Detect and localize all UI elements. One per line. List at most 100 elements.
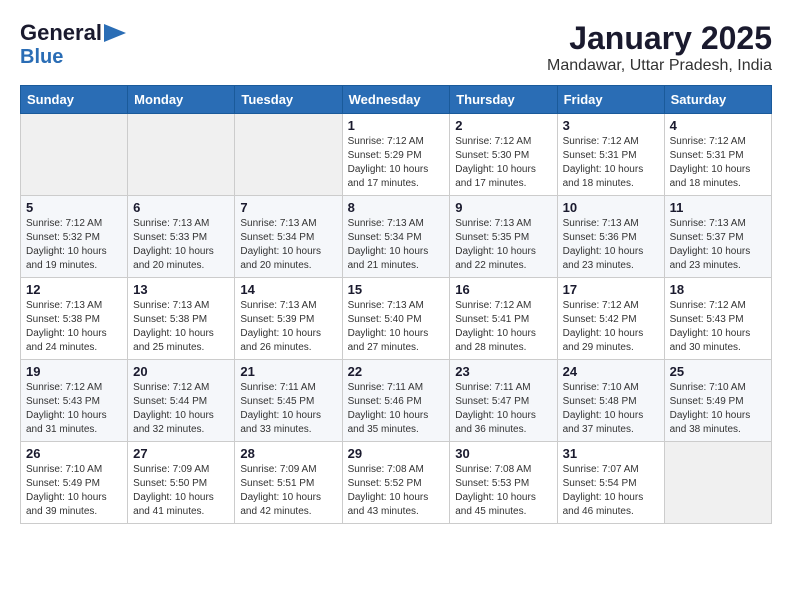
day-info: Sunrise: 7:12 AM Sunset: 5:43 PM Dayligh… xyxy=(670,299,766,355)
day-number: 22 xyxy=(348,364,445,379)
logo-general-text: General xyxy=(20,20,102,46)
calendar-cell xyxy=(235,114,342,196)
calendar-week-3: 12 Sunrise: 7:13 AM Sunset: 5:38 PM Dayli… xyxy=(21,278,772,360)
calendar-cell: 23Sunrise: 7:11 AM Sunset: 5:47 PM Dayli… xyxy=(450,360,557,442)
page-header: General Blue January 2025 Mandawar, Utta… xyxy=(20,20,772,75)
weekday-header-saturday: Saturday xyxy=(664,86,771,114)
calendar-cell: 8 Sunrise: 7:13 AM Sunset: 5:34 PM Daylig… xyxy=(342,196,450,278)
day-info: Sunrise: 7:13 AM Sunset: 5:38 PM Dayligh… xyxy=(26,299,122,355)
day-info: Sunrise: 7:10 AM Sunset: 5:49 PM Dayligh… xyxy=(670,381,766,437)
day-number: 14 xyxy=(240,282,336,297)
calendar-cell: 15 Sunrise: 7:13 AM Sunset: 5:40 PM Dayli… xyxy=(342,278,450,360)
calendar-cell: 26Sunrise: 7:10 AM Sunset: 5:49 PM Dayli… xyxy=(21,442,128,524)
calendar-cell: 24 Sunrise: 7:10 AM Sunset: 5:48 PM Dayli… xyxy=(557,360,664,442)
day-info: Sunrise: 7:12 AM Sunset: 5:44 PM Dayligh… xyxy=(133,381,229,437)
calendar-cell: 3 Sunrise: 7:12 AM Sunset: 5:31 PM Daylig… xyxy=(557,114,664,196)
weekday-header-sunday: Sunday xyxy=(21,86,128,114)
day-number: 8 xyxy=(348,200,445,215)
calendar-week-2: 5 Sunrise: 7:12 AM Sunset: 5:32 PM Daylig… xyxy=(21,196,772,278)
day-number: 12 xyxy=(26,282,122,297)
day-info: Sunrise: 7:12 AM Sunset: 5:29 PM Dayligh… xyxy=(348,135,445,191)
day-number: 18 xyxy=(670,282,766,297)
day-number: 1 xyxy=(348,118,445,133)
calendar-cell: 11 Sunrise: 7:13 AM Sunset: 5:37 PM Dayli… xyxy=(664,196,771,278)
calendar-cell: 7 Sunrise: 7:13 AM Sunset: 5:34 PM Daylig… xyxy=(235,196,342,278)
day-number: 3 xyxy=(563,118,659,133)
day-number: 9 xyxy=(455,200,551,215)
day-info: Sunrise: 7:11 AM Sunset: 5:47 PM Dayligh… xyxy=(455,381,551,437)
day-number: 6 xyxy=(133,200,229,215)
day-number: 21 xyxy=(240,364,336,379)
day-info: Sunrise: 7:13 AM Sunset: 5:40 PM Dayligh… xyxy=(348,299,445,355)
calendar-cell: 19Sunrise: 7:12 AM Sunset: 5:43 PM Dayli… xyxy=(21,360,128,442)
day-number: 15 xyxy=(348,282,445,297)
calendar-cell: 28Sunrise: 7:09 AM Sunset: 5:51 PM Dayli… xyxy=(235,442,342,524)
weekday-header-wednesday: Wednesday xyxy=(342,86,450,114)
calendar-table: SundayMondayTuesdayWednesdayThursdayFrid… xyxy=(20,85,772,524)
day-info: Sunrise: 7:13 AM Sunset: 5:35 PM Dayligh… xyxy=(455,217,551,273)
calendar-cell xyxy=(21,114,128,196)
title-section: January 2025 Mandawar, Uttar Pradesh, In… xyxy=(547,20,772,75)
location-title: Mandawar, Uttar Pradesh, India xyxy=(547,57,772,75)
day-info: Sunrise: 7:13 AM Sunset: 5:33 PM Dayligh… xyxy=(133,217,229,273)
day-info: Sunrise: 7:13 AM Sunset: 5:38 PM Dayligh… xyxy=(133,299,229,355)
calendar-cell: 20 Sunrise: 7:12 AM Sunset: 5:44 PM Dayli… xyxy=(128,360,235,442)
day-info: Sunrise: 7:13 AM Sunset: 5:34 PM Dayligh… xyxy=(348,217,445,273)
weekday-header-friday: Friday xyxy=(557,86,664,114)
logo: General Blue xyxy=(20,20,126,69)
calendar-cell: 22 Sunrise: 7:11 AM Sunset: 5:46 PM Dayli… xyxy=(342,360,450,442)
weekday-header-monday: Monday xyxy=(128,86,235,114)
day-info: Sunrise: 7:12 AM Sunset: 5:32 PM Dayligh… xyxy=(26,217,122,273)
day-info: Sunrise: 7:11 AM Sunset: 5:45 PM Dayligh… xyxy=(240,381,336,437)
day-info: Sunrise: 7:10 AM Sunset: 5:48 PM Dayligh… xyxy=(563,381,659,437)
calendar-cell: 27Sunrise: 7:09 AM Sunset: 5:50 PM Dayli… xyxy=(128,442,235,524)
logo-blue-text: Blue xyxy=(20,46,63,69)
month-title: January 2025 xyxy=(547,20,772,57)
day-info: Sunrise: 7:12 AM Sunset: 5:42 PM Dayligh… xyxy=(563,299,659,355)
weekday-header-row: SundayMondayTuesdayWednesdayThursdayFrid… xyxy=(21,86,772,114)
day-number: 25 xyxy=(670,364,766,379)
weekday-header-thursday: Thursday xyxy=(450,86,557,114)
calendar-week-1: 1 Sunrise: 7:12 AM Sunset: 5:29 PM Daylig… xyxy=(21,114,772,196)
day-info: Sunrise: 7:08 AM Sunset: 5:52 PM Dayligh… xyxy=(348,463,445,519)
day-info: Sunrise: 7:10 AM Sunset: 5:49 PM Dayligh… xyxy=(26,463,122,519)
day-info: Sunrise: 7:11 AM Sunset: 5:46 PM Dayligh… xyxy=(348,381,445,437)
day-number: 20 xyxy=(133,364,229,379)
day-info: Sunrise: 7:13 AM Sunset: 5:39 PM Dayligh… xyxy=(240,299,336,355)
day-number: 24 xyxy=(563,364,659,379)
calendar-cell: 31 Sunrise: 7:07 AM Sunset: 5:54 PM Dayli… xyxy=(557,442,664,524)
calendar-cell: 14 Sunrise: 7:13 AM Sunset: 5:39 PM Dayli… xyxy=(235,278,342,360)
calendar-cell: 29 Sunrise: 7:08 AM Sunset: 5:52 PM Dayli… xyxy=(342,442,450,524)
calendar-cell xyxy=(128,114,235,196)
day-number: 10 xyxy=(563,200,659,215)
day-info: Sunrise: 7:13 AM Sunset: 5:36 PM Dayligh… xyxy=(563,217,659,273)
calendar-cell: 17 Sunrise: 7:12 AM Sunset: 5:42 PM Dayli… xyxy=(557,278,664,360)
calendar-cell xyxy=(664,442,771,524)
calendar-cell: 9 Sunrise: 7:13 AM Sunset: 5:35 PM Daylig… xyxy=(450,196,557,278)
day-number: 17 xyxy=(563,282,659,297)
day-number: 11 xyxy=(670,200,766,215)
day-number: 16 xyxy=(455,282,551,297)
day-info: Sunrise: 7:13 AM Sunset: 5:34 PM Dayligh… xyxy=(240,217,336,273)
day-number: 5 xyxy=(26,200,122,215)
day-info: Sunrise: 7:12 AM Sunset: 5:43 PM Dayligh… xyxy=(26,381,122,437)
day-number: 31 xyxy=(563,446,659,461)
calendar-cell: 5 Sunrise: 7:12 AM Sunset: 5:32 PM Daylig… xyxy=(21,196,128,278)
day-number: 29 xyxy=(348,446,445,461)
day-info: Sunrise: 7:07 AM Sunset: 5:54 PM Dayligh… xyxy=(563,463,659,519)
day-number: 4 xyxy=(670,118,766,133)
calendar-cell: 18 Sunrise: 7:12 AM Sunset: 5:43 PM Dayli… xyxy=(664,278,771,360)
logo-arrow-icon xyxy=(104,24,126,42)
calendar-week-5: 26Sunrise: 7:10 AM Sunset: 5:49 PM Dayli… xyxy=(21,442,772,524)
calendar-cell: 2Sunrise: 7:12 AM Sunset: 5:30 PM Daylig… xyxy=(450,114,557,196)
calendar-cell: 25 Sunrise: 7:10 AM Sunset: 5:49 PM Dayli… xyxy=(664,360,771,442)
calendar-cell: 6 Sunrise: 7:13 AM Sunset: 5:33 PM Daylig… xyxy=(128,196,235,278)
calendar-cell: 21 Sunrise: 7:11 AM Sunset: 5:45 PM Dayli… xyxy=(235,360,342,442)
day-info: Sunrise: 7:13 AM Sunset: 5:37 PM Dayligh… xyxy=(670,217,766,273)
day-info: Sunrise: 7:12 AM Sunset: 5:31 PM Dayligh… xyxy=(670,135,766,191)
calendar-cell: 30Sunrise: 7:08 AM Sunset: 5:53 PM Dayli… xyxy=(450,442,557,524)
day-info: Sunrise: 7:12 AM Sunset: 5:31 PM Dayligh… xyxy=(563,135,659,191)
day-number: 7 xyxy=(240,200,336,215)
calendar-cell: 1 Sunrise: 7:12 AM Sunset: 5:29 PM Daylig… xyxy=(342,114,450,196)
day-info: Sunrise: 7:12 AM Sunset: 5:41 PM Dayligh… xyxy=(455,299,551,355)
